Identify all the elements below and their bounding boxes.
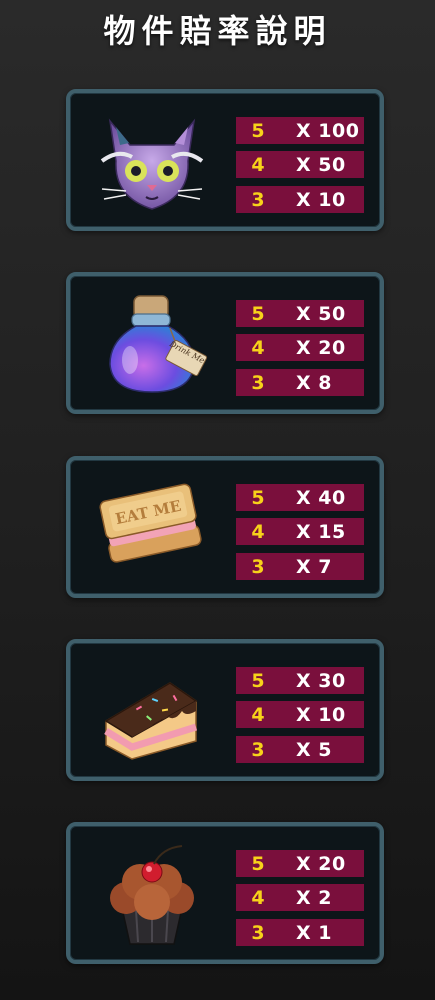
payout-row: 3 X 8 [236,369,364,396]
payout-multiplier: X 7 [296,555,332,578]
payout-multiplier: X 30 [296,669,346,692]
paytable-card-cookie: EAT ME 5 X 40 4 X 15 3 X 7 [66,456,384,598]
payout-row: 3 X 7 [236,553,364,580]
payout-row: 4 X 20 [236,334,364,361]
payout-row: 3 X 10 [236,186,364,213]
payout-multiplier: X 8 [296,371,332,394]
cheshire-cat-icon [96,105,208,217]
eat-me-cookie-icon: EAT ME [96,472,208,584]
symbol-count: 5 [251,486,265,509]
payout-multiplier: X 50 [296,153,346,176]
paytable-card-cupcake: 5 X 20 4 X 2 3 X 1 [66,822,384,964]
symbol-count: 4 [251,520,265,543]
symbol-count: 5 [251,852,265,875]
symbol-count: 4 [251,886,265,909]
symbol-count: 3 [251,921,265,944]
payout-row: 5 X 20 [236,850,364,877]
symbol-count: 5 [251,669,265,692]
payout-multiplier: X 5 [296,738,332,761]
payout-row: 4 X 50 [236,151,364,178]
payout-multiplier: X 2 [296,886,332,909]
payout-row: 4 X 10 [236,701,364,728]
payout-row: 5 X 50 [236,300,364,327]
payout-row: 3 X 5 [236,736,364,763]
symbol-count: 5 [251,119,265,142]
symbol-count: 3 [251,555,265,578]
symbol-count: 4 [251,153,265,176]
chocolate-cake-slice-icon [96,655,208,767]
page-title: 物件賠率說明 [103,12,332,50]
payout-multiplier: X 100 [296,119,360,142]
payout-row: 5 X 40 [236,484,364,511]
cherry-cupcake-icon [96,838,208,950]
payout-multiplier: X 10 [296,188,346,211]
paytable-card-cake: 5 X 30 4 X 10 3 X 5 [66,639,384,781]
symbol-count: 3 [251,188,265,211]
payout-multiplier: X 20 [296,852,346,875]
symbol-count: 5 [251,302,265,325]
symbol-count: 3 [251,371,265,394]
payout-multiplier: X 15 [296,520,346,543]
payout-row: 3 X 1 [236,919,364,946]
drink-me-potion-icon: Drink Me [96,288,208,400]
payout-multiplier: X 40 [296,486,346,509]
paytable-card-potion: Drink Me 5 X 50 4 X 20 3 X 8 [66,272,384,414]
symbol-count: 3 [251,738,265,761]
symbol-count: 4 [251,703,265,726]
payout-row: 5 X 100 [236,117,364,144]
payout-row: 5 X 30 [236,667,364,694]
paytable-card-cat: 5 X 100 4 X 50 3 X 10 [66,89,384,231]
payout-multiplier: X 50 [296,302,346,325]
payout-multiplier: X 20 [296,336,346,359]
payout-multiplier: X 1 [296,921,332,944]
payout-row: 4 X 15 [236,518,364,545]
payout-row: 4 X 2 [236,884,364,911]
payout-multiplier: X 10 [296,703,346,726]
symbol-count: 4 [251,336,265,359]
